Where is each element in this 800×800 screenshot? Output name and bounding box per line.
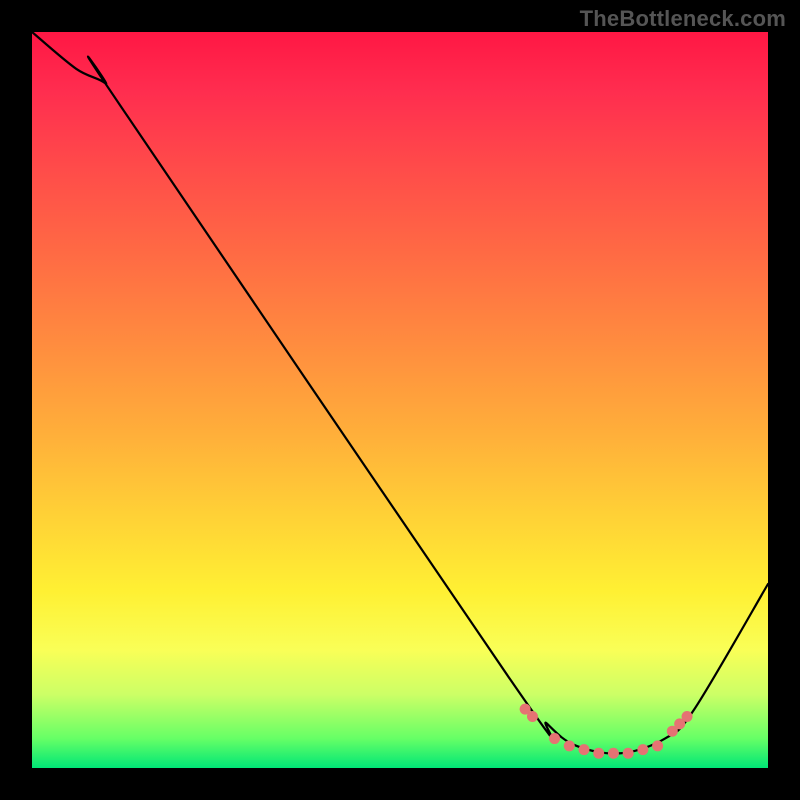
- curve-marker: [527, 711, 538, 722]
- chart-frame: TheBottleneck.com: [0, 0, 800, 800]
- curve-marker: [564, 740, 575, 751]
- curve-marker: [682, 711, 693, 722]
- curve-marker: [608, 748, 619, 759]
- curve-marker: [637, 744, 648, 755]
- curve-marker: [579, 744, 590, 755]
- curve-layer: [32, 32, 768, 768]
- curve-marker: [549, 733, 560, 744]
- curve-marker: [623, 748, 634, 759]
- plot-area: [32, 32, 768, 768]
- curve-marker: [652, 740, 663, 751]
- bottleneck-curve: [32, 32, 768, 754]
- curve-marker: [593, 748, 604, 759]
- watermark-text: TheBottleneck.com: [580, 6, 786, 32]
